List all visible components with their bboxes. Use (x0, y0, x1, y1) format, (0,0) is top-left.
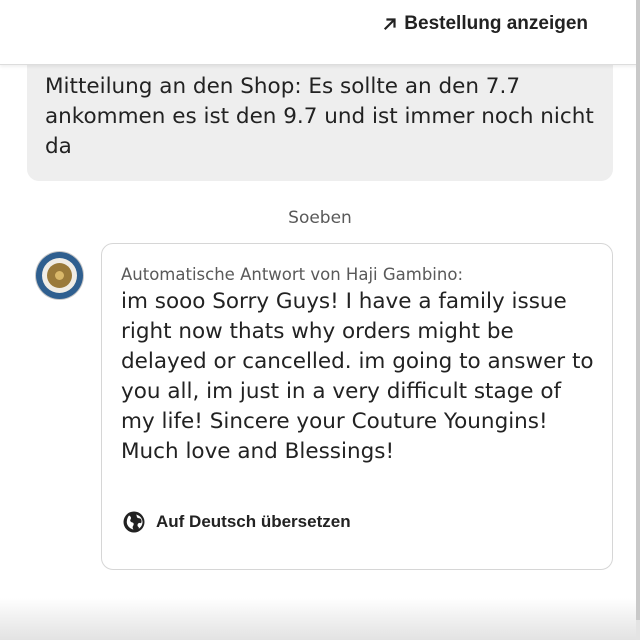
translate-button[interactable]: Auf Deutsch übersetzen (122, 510, 351, 534)
arrow-up-right-icon (384, 18, 396, 31)
sent-message-bubble: Mitteilung an den Shop: Es sollte an den… (27, 52, 613, 181)
view-order-link[interactable]: Bestellung anzeigen (382, 13, 588, 35)
scrollbar-thumb[interactable] (636, 0, 640, 620)
globe-icon (123, 511, 145, 533)
top-bar: Bestellung anzeigen (0, 0, 640, 65)
view-order-label: Bestellung anzeigen (404, 13, 588, 34)
auto-reply-body: im sooo Sorry Guys! I have a family issu… (121, 289, 594, 464)
auto-reply-header: Automatische Antwort von Haji Gambino: (121, 265, 464, 284)
sent-message-text: Mitteilung an den Shop: Es sollte an den… (45, 74, 594, 159)
avatar-center (55, 271, 64, 280)
shop-avatar[interactable] (36, 252, 83, 299)
auto-reply-card: Automatische Antwort von Haji Gambino: i… (101, 243, 613, 570)
message-timestamp: Soeben (288, 208, 352, 228)
translate-label: Auf Deutsch übersetzen (156, 512, 351, 531)
bottom-composer-shadow (0, 598, 640, 640)
